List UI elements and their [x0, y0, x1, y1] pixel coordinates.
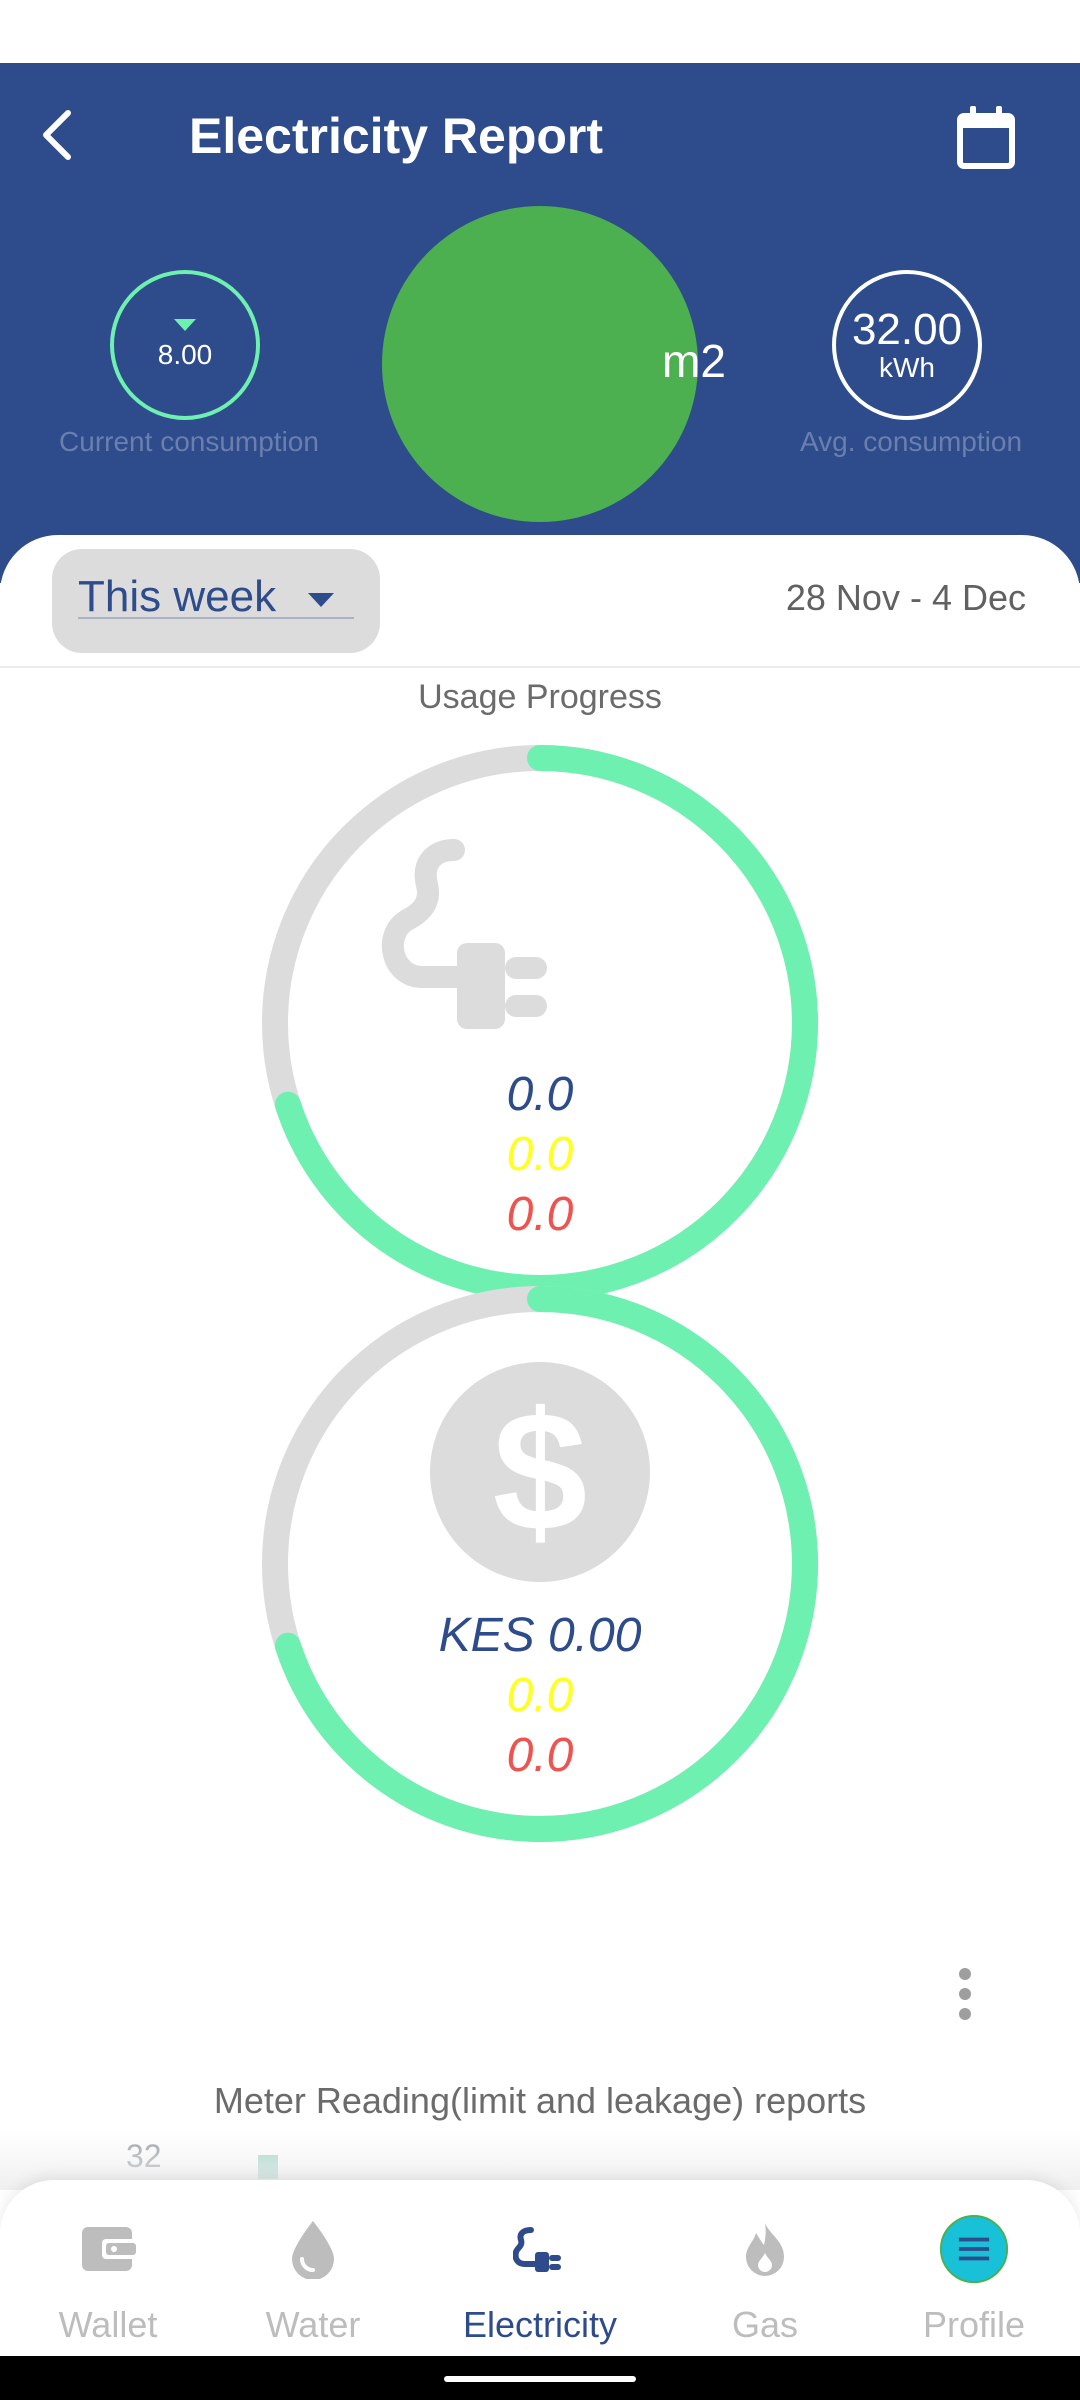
average-consumption-value: 32.00 — [851, 305, 963, 354]
cost-value-secondary: 0.0 — [506, 1669, 574, 1722]
cost-value-tertiary: 0.0 — [506, 1729, 574, 1782]
menu-icon — [939, 2214, 1009, 2284]
average-consumption-label: Avg. consumption — [799, 426, 1023, 457]
status-bar — [0, 0, 1080, 63]
current-consumption-value: 8.00 — [157, 339, 213, 370]
nav-electricity-label: Electricity — [462, 2304, 618, 2345]
average-consumption-circle: 32.00 kWh — [832, 270, 982, 420]
dollar-icon: $ — [430, 1362, 650, 1582]
home-indicator[interactable] — [444, 2376, 636, 2382]
back-button[interactable] — [30, 102, 86, 168]
nav-water[interactable]: Water — [205, 2200, 421, 2350]
page-title: Electricity Report — [189, 108, 604, 164]
cost-value-primary: KES 0.00 — [438, 1609, 642, 1662]
energy-value-primary: 0.0 — [506, 1068, 574, 1121]
consumption-indicator-circle — [382, 206, 698, 522]
usage-progress-title: Usage Progress — [418, 678, 662, 716]
center-unit-label: m2 — [662, 335, 726, 387]
chevron-down-icon[interactable] — [308, 593, 334, 607]
current-consumption-circle: 8.00 — [110, 270, 260, 420]
nav-gas[interactable]: Gas — [657, 2200, 873, 2350]
back-arrow-icon — [43, 110, 71, 160]
meter-report-title: Meter Reading(limit and leakage) reports — [213, 2080, 867, 2121]
nav-water-label: Water — [265, 2304, 361, 2345]
flame-icon — [746, 2223, 784, 2276]
water-drop-icon — [292, 2221, 334, 2279]
nav-wallet-label: Wallet — [58, 2304, 158, 2345]
energy-value-secondary: 0.0 — [506, 1128, 574, 1181]
nav-electricity[interactable]: Electricity — [432, 2200, 648, 2350]
energy-value-tertiary: 0.0 — [506, 1188, 574, 1241]
divider — [0, 666, 1080, 668]
triangle-down-icon — [174, 319, 196, 331]
nav-gas-label: Gas — [731, 2304, 799, 2345]
date-range: 28 Nov - 4 Dec — [785, 577, 1026, 618]
more-options-icon[interactable] — [950, 1966, 980, 2022]
nav-profile-label: Profile — [922, 2304, 1026, 2345]
plug-icon — [513, 2227, 561, 2272]
nav-wallet[interactable]: Wallet — [0, 2200, 216, 2350]
nav-profile[interactable]: Profile — [866, 2200, 1080, 2350]
current-consumption-label: Current consumption — [59, 426, 319, 457]
wallet-icon — [82, 2227, 136, 2271]
svg-text:$: $ — [493, 1377, 588, 1567]
plug-icon — [381, 839, 547, 1029]
calendar-icon — [957, 106, 1015, 169]
period-dropdown-underline — [78, 617, 354, 619]
period-dropdown-value[interactable]: This week — [78, 572, 276, 622]
average-consumption-unit: kWh — [879, 352, 935, 383]
calendar-button[interactable] — [950, 102, 1022, 174]
